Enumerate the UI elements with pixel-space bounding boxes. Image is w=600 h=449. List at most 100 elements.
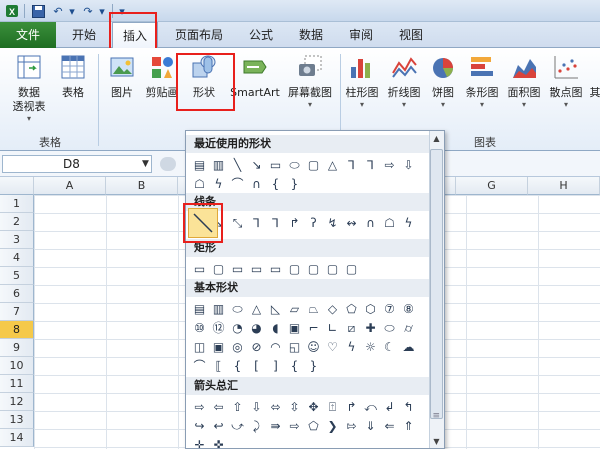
left-right-arrow-callout-icon[interactable]: ✛ — [190, 435, 209, 449]
hexagon-icon[interactable]: ⬡ — [361, 299, 380, 318]
frame-icon[interactable]: ▣ — [285, 318, 304, 337]
left-brace-icon[interactable]: { — [285, 356, 304, 375]
other-chart-button[interactable]: 其 — [588, 52, 600, 100]
row-header[interactable]: 4 — [0, 249, 34, 267]
bar-chart-button[interactable]: 条形图 ▾ — [462, 52, 502, 110]
tab-page-layout[interactable]: 页面布局 — [166, 22, 232, 48]
row-header[interactable]: 5 — [0, 267, 34, 285]
curved-up-arrow-icon[interactable]: ⤻ — [228, 416, 247, 435]
row-header[interactable]: 1 — [0, 195, 34, 213]
pie-icon[interactable]: ◔ — [228, 318, 247, 337]
left-brace-icon[interactable]: { — [266, 174, 285, 193]
heart-icon[interactable]: ♡ — [323, 337, 342, 356]
sun-icon[interactable]: ☼ — [361, 337, 380, 356]
tab-insert[interactable]: 插入 — [112, 22, 158, 49]
lightning-bolt-icon[interactable]: ϟ — [342, 337, 361, 356]
shapes-scrollbar[interactable]: ▲ ≡ ▼ — [429, 131, 444, 448]
elbow-arrow-connector-icon[interactable]: ⅂ — [266, 213, 285, 232]
freeform-icon[interactable]: ☖ — [190, 174, 209, 193]
line-icon[interactable]: ╲ — [228, 155, 247, 174]
octagon-icon[interactable]: ⑧ — [399, 299, 418, 318]
down-arrow-icon[interactable]: ⇩ — [399, 155, 418, 174]
double-bracket-icon[interactable]: ⟦ — [209, 356, 228, 375]
triangle-icon[interactable]: △ — [323, 155, 342, 174]
trapezoid-icon[interactable]: ⏢ — [304, 299, 323, 318]
picture-button[interactable]: 图片 — [104, 52, 140, 100]
cloud-icon[interactable]: ☁ — [399, 337, 418, 356]
tab-file[interactable]: 文件 — [0, 22, 56, 48]
arc-icon[interactable]: ⌒ — [190, 356, 209, 375]
scatter-chart-button[interactable]: 散点图 ▾ — [546, 52, 586, 110]
cross-icon[interactable]: ✚ — [361, 318, 380, 337]
vertical-textbox-icon[interactable]: ▥ — [209, 155, 228, 174]
block-arc-icon[interactable]: ◠ — [266, 337, 285, 356]
curved-arrow-connector-icon[interactable]: ↯ — [323, 213, 342, 232]
scribble-icon[interactable]: ϟ — [209, 174, 228, 193]
triangle-icon[interactable]: △ — [247, 299, 266, 318]
customize-qat-icon[interactable]: ▾ — [114, 3, 130, 19]
round-same-side-rectangle-icon[interactable]: ▢ — [323, 259, 342, 278]
curved-right-arrow-icon[interactable]: ↪ — [190, 416, 209, 435]
name-box[interactable]: D8 — [2, 155, 152, 173]
scroll-up-icon[interactable]: ▲ — [430, 132, 443, 146]
can-icon[interactable]: ⌭ — [399, 318, 418, 337]
vertical-textbox-icon[interactable]: ▥ — [209, 299, 228, 318]
donut-icon[interactable]: ◎ — [228, 337, 247, 356]
half-frame-icon[interactable]: ⌐ — [304, 318, 323, 337]
smiley-face-icon[interactable]: ☺ — [304, 337, 323, 356]
quad-arrow-icon[interactable]: ✥ — [304, 397, 323, 416]
column-chart-button[interactable]: 柱形图 ▾ — [342, 52, 382, 110]
snip-corner-rectangle-icon[interactable]: ▭ — [228, 259, 247, 278]
elbow-arrow-icon[interactable]: ⅂ — [361, 155, 380, 174]
decagon-icon[interactable]: ⑩ — [190, 318, 209, 337]
pie-chart-button[interactable]: 饼图 ▾ — [426, 52, 460, 110]
right-arrow-icon[interactable]: ⇨ — [380, 155, 399, 174]
right-triangle-icon[interactable]: ◺ — [266, 299, 285, 318]
column-header-a[interactable]: A — [34, 177, 106, 195]
rounded-rectangle-icon[interactable]: ▢ — [209, 259, 228, 278]
bent-arrow-icon[interactable]: ↱ — [342, 397, 361, 416]
elbow-double-arrow-icon[interactable]: ↱ — [285, 213, 304, 232]
tab-formulas[interactable]: 公式 — [240, 22, 282, 48]
up-arrow-callout-icon[interactable]: ⇑ — [399, 416, 418, 435]
row-header[interactable]: 2 — [0, 213, 34, 231]
rectangle-icon[interactable]: ▭ — [266, 155, 285, 174]
curved-double-arrow-icon[interactable]: ↭ — [342, 213, 361, 232]
down-arrow-callout-icon[interactable]: ⇓ — [361, 416, 380, 435]
column-header-h[interactable]: H — [528, 177, 600, 195]
cube-icon[interactable]: ◫ — [190, 337, 209, 356]
left-up-arrow-icon[interactable]: ↲ — [380, 397, 399, 416]
column-header-g[interactable]: G — [456, 177, 528, 195]
right-arrow-icon[interactable]: ⇨ — [190, 397, 209, 416]
curved-left-arrow-icon[interactable]: ↩ — [209, 416, 228, 435]
right-brace-icon[interactable]: } — [304, 356, 323, 375]
oval-icon[interactable]: ⬭ — [285, 155, 304, 174]
curve-icon[interactable]: ∩ — [247, 174, 266, 193]
round-diagonal-rectangle-icon[interactable]: ▢ — [342, 259, 361, 278]
u-turn-arrow-icon[interactable]: ⤺ — [361, 397, 380, 416]
left-right-arrow-icon[interactable]: ⬄ — [266, 397, 285, 416]
double-brace-icon[interactable]: { — [228, 356, 247, 375]
scroll-down-icon[interactable]: ▼ — [430, 435, 443, 448]
left-arrow-callout-icon[interactable]: ⇐ — [380, 416, 399, 435]
row-header[interactable]: 12 — [0, 393, 34, 411]
parallelogram-icon[interactable]: ▱ — [285, 299, 304, 318]
pentagon-arrow-icon[interactable]: ⬠ — [304, 416, 323, 435]
teardrop-icon[interactable]: ◖ — [266, 318, 285, 337]
heptagon-icon[interactable]: ⑦ — [380, 299, 399, 318]
textbox-icon[interactable]: ▤ — [190, 155, 209, 174]
oval-icon[interactable]: ⬭ — [228, 299, 247, 318]
tab-view[interactable]: 视图 — [390, 22, 432, 48]
folded-corner-icon[interactable]: ◱ — [285, 337, 304, 356]
row-header[interactable]: 3 — [0, 231, 34, 249]
pentagon-icon[interactable]: ⬠ — [342, 299, 361, 318]
bevel-icon[interactable]: ▣ — [209, 337, 228, 356]
scribble-icon[interactable]: ϟ — [399, 213, 418, 232]
tab-home[interactable]: 开始 — [60, 22, 108, 48]
snip-same-side-rectangle-icon[interactable]: ▭ — [247, 259, 266, 278]
row-header[interactable]: 11 — [0, 375, 34, 393]
moon-icon[interactable]: ☾ — [380, 337, 399, 356]
scroll-thumb[interactable] — [430, 149, 443, 419]
row-header[interactable]: 7 — [0, 303, 34, 321]
freeform-icon[interactable]: ☖ — [380, 213, 399, 232]
